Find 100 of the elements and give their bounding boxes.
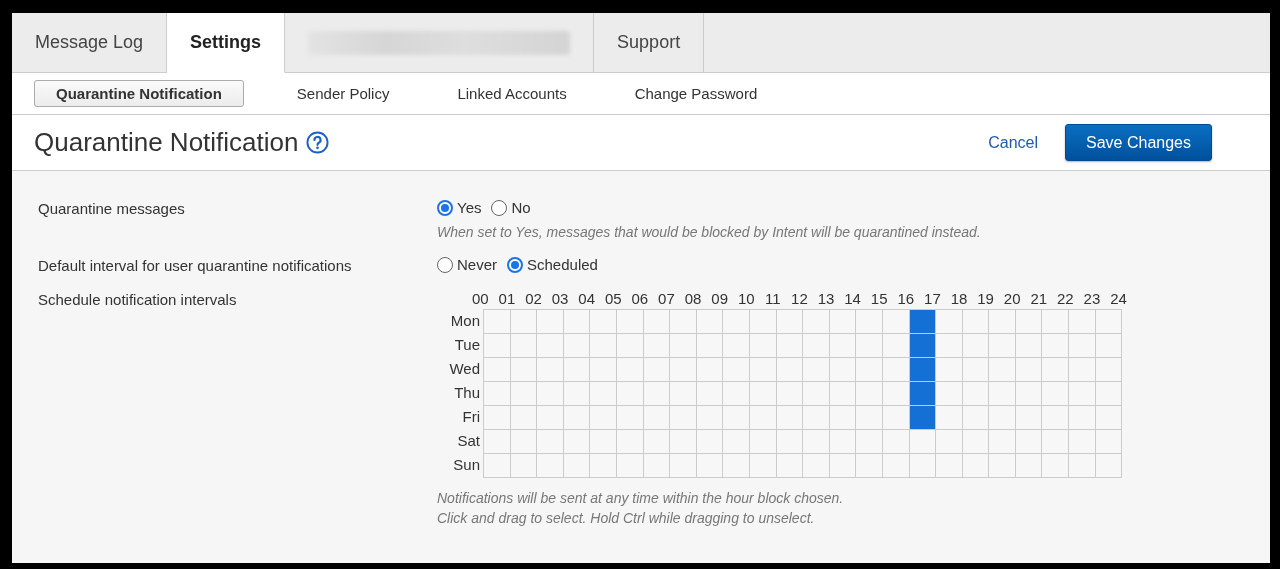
schedule-cell[interactable] bbox=[590, 334, 617, 358]
schedule-cell[interactable] bbox=[829, 382, 857, 406]
schedule-cell[interactable] bbox=[696, 406, 724, 430]
schedule-cell[interactable] bbox=[909, 430, 937, 454]
schedule-cell[interactable] bbox=[723, 430, 750, 454]
radio-button[interactable] bbox=[507, 256, 523, 273]
help-icon[interactable] bbox=[306, 131, 330, 154]
schedule-cell[interactable] bbox=[510, 334, 538, 358]
schedule-cell[interactable] bbox=[484, 406, 511, 430]
radio-label[interactable]: No bbox=[511, 199, 531, 216]
schedule-cell[interactable] bbox=[1015, 358, 1043, 382]
schedule-cell[interactable] bbox=[563, 430, 591, 454]
schedule-cell[interactable] bbox=[590, 430, 617, 454]
schedule-cell[interactable] bbox=[776, 358, 804, 382]
schedule-cell[interactable] bbox=[1069, 382, 1096, 406]
schedule-cell[interactable] bbox=[1069, 406, 1096, 430]
schedule-cell[interactable] bbox=[537, 358, 564, 382]
schedule-cell[interactable] bbox=[616, 310, 644, 334]
schedule-cell[interactable] bbox=[696, 382, 724, 406]
schedule-cell[interactable] bbox=[484, 310, 511, 334]
schedule-cell[interactable] bbox=[882, 382, 910, 406]
radio-button[interactable] bbox=[491, 199, 508, 216]
schedule-cell[interactable] bbox=[776, 430, 804, 454]
schedule-cell[interactable] bbox=[1015, 334, 1043, 358]
schedule-cell[interactable] bbox=[989, 382, 1016, 406]
schedule-cell[interactable] bbox=[670, 406, 697, 430]
schedule-cell[interactable] bbox=[856, 430, 883, 454]
schedule-cell[interactable] bbox=[856, 454, 883, 478]
schedule-cell[interactable] bbox=[696, 358, 724, 382]
schedule-cell[interactable] bbox=[936, 310, 963, 334]
schedule-cell[interactable] bbox=[829, 334, 857, 358]
schedule-cell[interactable] bbox=[1015, 454, 1043, 478]
schedule-cell[interactable] bbox=[1069, 358, 1096, 382]
schedule-cell[interactable] bbox=[1042, 334, 1070, 358]
schedule-cell[interactable] bbox=[723, 310, 750, 334]
schedule-cell[interactable] bbox=[484, 334, 511, 358]
schedule-cell[interactable] bbox=[723, 334, 750, 358]
schedule-cell[interactable] bbox=[1095, 334, 1123, 358]
schedule-cell[interactable] bbox=[962, 454, 990, 478]
schedule-cell[interactable] bbox=[510, 454, 538, 478]
schedule-cell[interactable] bbox=[670, 310, 697, 334]
schedule-cell[interactable] bbox=[776, 310, 804, 334]
subnav-link[interactable]: Linked Accounts bbox=[442, 80, 582, 107]
schedule-cell[interactable] bbox=[590, 406, 617, 430]
schedule-cell[interactable] bbox=[989, 334, 1016, 358]
schedule-cell[interactable] bbox=[643, 406, 671, 430]
schedule-cell[interactable] bbox=[590, 358, 617, 382]
schedule-cell[interactable] bbox=[723, 382, 750, 406]
schedule-cell[interactable] bbox=[723, 358, 750, 382]
schedule-cell[interactable] bbox=[510, 310, 538, 334]
schedule-cell[interactable] bbox=[1015, 406, 1043, 430]
nav-tab[interactable]: Settings bbox=[167, 13, 286, 73]
schedule-cell[interactable] bbox=[1095, 358, 1123, 382]
schedule-cell[interactable] bbox=[749, 358, 777, 382]
schedule-cell[interactable] bbox=[776, 454, 804, 478]
schedule-cell[interactable] bbox=[856, 406, 883, 430]
schedule-cell[interactable] bbox=[803, 406, 830, 430]
schedule-cell[interactable] bbox=[1042, 382, 1070, 406]
schedule-cell[interactable] bbox=[856, 382, 883, 406]
schedule-cell[interactable] bbox=[1015, 382, 1043, 406]
schedule-cell[interactable] bbox=[696, 310, 724, 334]
schedule-cell[interactable] bbox=[670, 334, 697, 358]
schedule-cell[interactable] bbox=[936, 334, 963, 358]
schedule-cell[interactable] bbox=[1095, 382, 1123, 406]
schedule-cell[interactable] bbox=[484, 454, 511, 478]
schedule-cell[interactable] bbox=[484, 382, 511, 406]
schedule-cell[interactable] bbox=[1069, 430, 1096, 454]
schedule-cell[interactable] bbox=[643, 310, 671, 334]
schedule-cell[interactable] bbox=[936, 358, 963, 382]
schedule-cell[interactable] bbox=[962, 430, 990, 454]
subnav-link[interactable]: Sender Policy bbox=[281, 80, 405, 107]
cancel-link[interactable]: Cancel bbox=[988, 133, 1039, 152]
schedule-cell[interactable] bbox=[776, 334, 804, 358]
radio-label[interactable]: Scheduled bbox=[527, 256, 598, 273]
schedule-cell[interactable] bbox=[829, 310, 857, 334]
schedule-cell[interactable] bbox=[962, 310, 990, 334]
radio-label[interactable]: Yes bbox=[457, 199, 482, 216]
schedule-cell[interactable] bbox=[484, 430, 511, 454]
schedule-cell[interactable] bbox=[670, 382, 697, 406]
schedule-cell[interactable] bbox=[882, 310, 910, 334]
schedule-cell[interactable] bbox=[696, 334, 724, 358]
schedule-cell[interactable] bbox=[616, 454, 644, 478]
schedule-cell[interactable] bbox=[1042, 310, 1070, 334]
schedule-cell[interactable] bbox=[590, 310, 617, 334]
schedule-cell[interactable] bbox=[1015, 310, 1043, 334]
schedule-cell[interactable] bbox=[909, 454, 937, 478]
schedule-cell[interactable] bbox=[962, 334, 990, 358]
schedule-cell[interactable] bbox=[803, 310, 830, 334]
schedule-cell[interactable] bbox=[1069, 454, 1096, 478]
schedule-cell[interactable] bbox=[696, 430, 724, 454]
schedule-cell[interactable] bbox=[909, 334, 937, 358]
schedule-cell[interactable] bbox=[563, 334, 591, 358]
schedule-cell[interactable] bbox=[962, 406, 990, 430]
schedule-cell[interactable] bbox=[829, 406, 857, 430]
schedule-cell[interactable] bbox=[856, 334, 883, 358]
schedule-cell[interactable] bbox=[1042, 430, 1070, 454]
schedule-cell[interactable] bbox=[989, 358, 1016, 382]
schedule-cell[interactable] bbox=[563, 454, 591, 478]
schedule-cell[interactable] bbox=[989, 430, 1016, 454]
schedule-cell[interactable] bbox=[537, 406, 564, 430]
